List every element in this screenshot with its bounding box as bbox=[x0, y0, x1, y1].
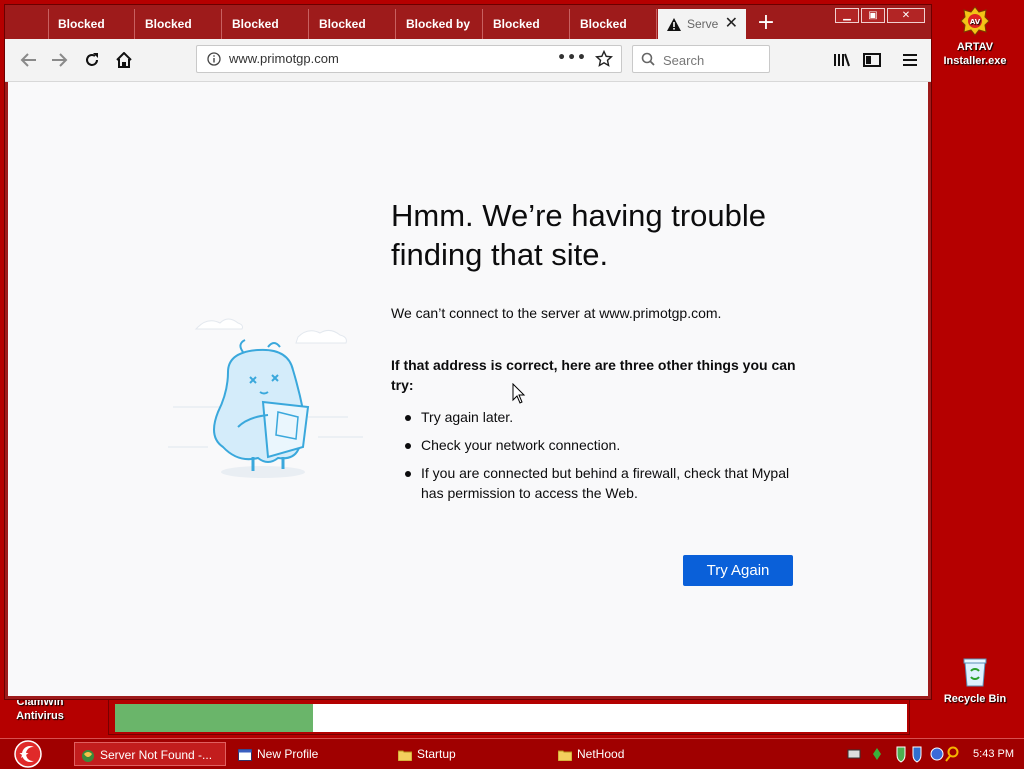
bookmark-star-icon[interactable] bbox=[595, 50, 613, 68]
close-tab-icon[interactable]: ✕ bbox=[725, 9, 738, 39]
tab-label: Blocked by bbox=[406, 17, 471, 31]
url-text[interactable]: www.primotgp.com bbox=[229, 46, 339, 72]
window-icon bbox=[238, 748, 252, 761]
taskbar-item-browser[interactable]: Server Not Found -... bbox=[74, 742, 226, 766]
tab-blocked[interactable]: Blocked bbox=[49, 9, 135, 39]
folder-icon bbox=[558, 750, 572, 761]
clock[interactable]: 5:43 PM bbox=[973, 742, 1014, 766]
taskbar-item-label: Startup bbox=[417, 747, 456, 761]
library-button[interactable] bbox=[827, 45, 857, 75]
system-tray-icons[interactable] bbox=[845, 742, 965, 766]
list-item: Check your network connection. bbox=[403, 435, 793, 455]
search-input[interactable] bbox=[661, 49, 765, 71]
desktop-icon-label: ARTAV bbox=[956, 41, 994, 53]
warning-icon bbox=[667, 18, 681, 32]
list-item: If you are connected but behind a firewa… bbox=[403, 463, 793, 503]
mouse-cursor-icon bbox=[512, 383, 526, 404]
error-title: Hmm. We’re having trouble finding that s… bbox=[391, 198, 767, 272]
forward-arrow-icon bbox=[52, 53, 68, 67]
tab-bar-spacer bbox=[5, 9, 49, 39]
reload-icon bbox=[86, 53, 98, 66]
tab-server-not-found[interactable]: Serve ✕ bbox=[658, 9, 746, 39]
sidebar-icon bbox=[863, 53, 881, 67]
tab-label: Blocked bbox=[58, 17, 105, 31]
desktop-icon-recycle-bin[interactable]: Recycle Bin bbox=[935, 656, 1015, 706]
taskbar: Server Not Found -... New Profile Startu… bbox=[0, 738, 1024, 769]
progress-track bbox=[115, 704, 907, 732]
info-icon[interactable] bbox=[207, 52, 221, 66]
minimize-button[interactable]: ▁ bbox=[835, 8, 859, 23]
home-button[interactable] bbox=[109, 45, 139, 75]
library-icon bbox=[834, 53, 850, 67]
list-item: Try again later. bbox=[403, 407, 793, 427]
suggestion-heading: If that address is correct, here are thr… bbox=[391, 357, 796, 393]
tab-label: Blocked bbox=[580, 17, 627, 31]
browser-icon bbox=[82, 749, 94, 762]
suggestion-list: Try again later. Check your network conn… bbox=[403, 407, 793, 511]
tab-blocked[interactable]: Blocked bbox=[571, 9, 657, 39]
menu-button[interactable] bbox=[895, 45, 925, 75]
taskbar-item-new-profile[interactable]: New Profile bbox=[238, 742, 318, 766]
back-button[interactable] bbox=[13, 45, 43, 75]
sad-monster-illustration bbox=[168, 318, 363, 478]
svg-text:AV: AV bbox=[970, 18, 981, 26]
error-page: Hmm. We’re having trouble finding that s… bbox=[8, 82, 928, 696]
back-arrow-icon bbox=[20, 53, 36, 67]
taskbar-item-label: New Profile bbox=[257, 747, 319, 761]
error-description: We can’t connect to the server at www.pr… bbox=[391, 305, 722, 321]
tab-label: Serve bbox=[687, 17, 719, 31]
reload-button[interactable] bbox=[77, 45, 107, 75]
tab-label: Blocked bbox=[493, 17, 540, 31]
tab-label: Blocked bbox=[145, 17, 192, 31]
taskbar-item-startup[interactable]: Startup bbox=[398, 742, 456, 766]
desktop-icon-label: Installer.exe bbox=[943, 55, 1007, 67]
close-window-button[interactable]: ✕ bbox=[887, 8, 925, 23]
tab-blocked[interactable]: Blocked bbox=[484, 9, 570, 39]
desktop-icon-artav[interactable]: AV ARTAV Installer.exe bbox=[935, 6, 1015, 68]
taskbar-item-nethood[interactable]: NetHood bbox=[558, 742, 624, 766]
maximize-button[interactable]: ▣ bbox=[861, 8, 885, 23]
start-button[interactable] bbox=[10, 740, 46, 768]
background-progress-window bbox=[108, 695, 910, 735]
folder-icon bbox=[398, 750, 412, 761]
try-again-button[interactable]: Try Again bbox=[683, 555, 793, 586]
tab-bar: Blocked Blocked Blocked Blocked Blocked … bbox=[5, 5, 931, 39]
tab-blocked[interactable]: Blocked bbox=[223, 9, 309, 39]
desktop-icon-label: Antivirus bbox=[16, 710, 64, 722]
search-icon bbox=[641, 52, 655, 66]
page-actions-button[interactable]: ••• bbox=[557, 46, 587, 70]
tab-blocked[interactable]: Blocked bbox=[136, 9, 222, 39]
new-tab-button[interactable]: + bbox=[751, 9, 781, 39]
artav-icon: AV bbox=[960, 6, 990, 36]
tab-label: Blocked bbox=[232, 17, 279, 31]
sidebar-toggle-button[interactable] bbox=[857, 45, 887, 75]
tab-label: Blocked bbox=[319, 17, 366, 31]
taskbar-item-label: Server Not Found -... bbox=[100, 748, 213, 762]
hamburger-menu-icon bbox=[903, 54, 917, 66]
navigation-toolbar: www.primotgp.com ••• bbox=[5, 39, 931, 82]
home-icon bbox=[116, 52, 132, 68]
progress-fill bbox=[115, 704, 313, 732]
search-box[interactable] bbox=[632, 45, 770, 73]
browser-window: Blocked Blocked Blocked Blocked Blocked … bbox=[4, 4, 932, 700]
forward-button[interactable] bbox=[45, 45, 75, 75]
tab-blocked-by[interactable]: Blocked by bbox=[397, 9, 483, 39]
taskbar-item-label: NetHood bbox=[577, 747, 625, 761]
desktop-icon-label: Recycle Bin bbox=[943, 693, 1007, 705]
recycle-bin-icon bbox=[963, 658, 987, 687]
url-bar[interactable]: www.primotgp.com ••• bbox=[196, 45, 622, 73]
tab-blocked[interactable]: Blocked bbox=[310, 9, 396, 39]
